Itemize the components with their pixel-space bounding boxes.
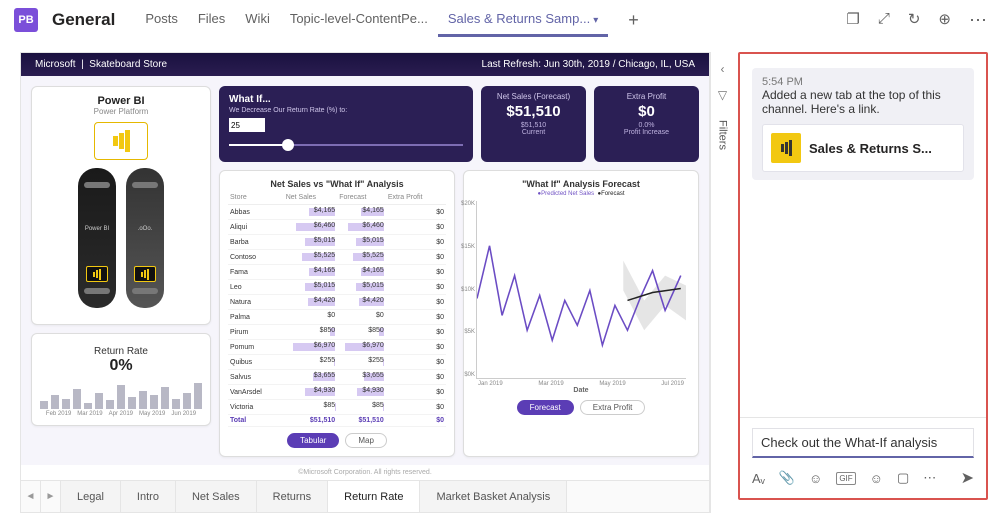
report-area: Microsoft | Skateboard Store Last Refres…: [0, 40, 734, 500]
filter-icon[interactable]: ▽: [718, 88, 727, 102]
table-row: Abbas$4,165$4,165$0: [228, 205, 446, 220]
compose-area: Check out the What-If analysis Aᵥ 📎 ☺ GI…: [740, 417, 986, 498]
page-returns[interactable]: Returns: [257, 481, 329, 512]
chat-message: 5:54 PM Added a new tab at the top of th…: [752, 68, 974, 180]
channel-name: General: [52, 10, 115, 30]
skateboard-grey[interactable]: .oOo.: [126, 168, 164, 308]
last-refresh: Last Refresh: Jun 30th, 2019 / Chicago, …: [482, 59, 695, 70]
page-intro[interactable]: Intro: [121, 481, 176, 512]
attach-icon[interactable]: 📎: [779, 470, 795, 486]
link-title: Sales & Returns S...: [809, 141, 932, 156]
page-market-basket[interactable]: Market Basket Analysis: [420, 481, 567, 512]
net-sales-metric: Net Sales (Forecast) $51,510 $51,510 Cur…: [481, 86, 586, 162]
channel-tabs: Posts Files Wiki Topic-level-ContentPe..…: [135, 3, 608, 37]
powerbi-logo-icon: [94, 122, 148, 160]
table-row: Natura$4,420$4,420$0: [228, 295, 446, 310]
more-compose-icon[interactable]: ⋯: [923, 470, 936, 486]
pill-tabular[interactable]: Tabular: [287, 433, 339, 448]
gif-icon[interactable]: GIF: [836, 472, 855, 485]
table-row: VanArsdel$4,930$4,930$0: [228, 385, 446, 400]
sticker-icon[interactable]: ☺: [870, 471, 883, 486]
table-row: Palma$0$0$0: [228, 310, 446, 325]
pill-forecast[interactable]: Forecast: [517, 400, 574, 415]
message-time: 5:54 PM: [762, 76, 964, 88]
format-icon[interactable]: Aᵥ: [752, 471, 765, 486]
expand-icon[interactable]: ⤢: [878, 10, 890, 31]
tab-files[interactable]: Files: [188, 3, 235, 37]
table-row: Contoso$5,525$5,525$0: [228, 250, 446, 265]
return-rate-card: Return Rate 0% Feb 2019Mar 2019Apr 2019M…: [31, 333, 211, 426]
more-icon[interactable]: ⋯: [969, 10, 988, 31]
report-page-tabs: ◄ ► Legal Intro Net Sales Returns Return…: [21, 480, 709, 512]
table-row: Fama$4,165$4,165$0: [228, 265, 446, 280]
table-row: Barba$5,015$5,015$0: [228, 235, 446, 250]
emoji-icon[interactable]: ☺: [809, 471, 822, 486]
product-title: Power BI: [40, 95, 202, 107]
refresh-icon[interactable]: ↻: [908, 10, 921, 31]
return-rate-value: 0%: [40, 357, 202, 375]
table-title: Net Sales vs "What If" Analysis: [228, 179, 446, 189]
skateboard-dark[interactable]: Power BI: [78, 168, 116, 308]
globe-icon[interactable]: ⊕: [938, 10, 951, 31]
forecast-title: "What If" Analysis Forecast: [472, 179, 690, 189]
whatif-panel: What If... We Decrease Our Return Rate (…: [219, 86, 473, 162]
tab-sales-returns[interactable]: Sales & Returns Samp...▾: [438, 3, 608, 37]
powerbi-logo-icon: [771, 133, 801, 163]
pill-map[interactable]: Map: [345, 433, 387, 448]
meet-icon[interactable]: ▢: [897, 470, 909, 486]
tab-topic-content[interactable]: Topic-level-ContentPe...: [280, 3, 438, 37]
analysis-table-card: Net Sales vs "What If" Analysis StoreNet…: [219, 170, 455, 457]
table-row: Pirum$850$850$0: [228, 325, 446, 340]
mini-bar-chart: [40, 381, 202, 409]
whatif-input[interactable]: [229, 118, 265, 132]
pill-extra-profit[interactable]: Extra Profit: [580, 400, 646, 415]
report-frame: Microsoft | Skateboard Store Last Refres…: [20, 52, 710, 513]
table-row: Salvus$3,655$3,655$0: [228, 370, 446, 385]
forecast-xlabel: Date: [472, 387, 690, 394]
table-row: Quibus$255$255$0: [228, 355, 446, 370]
analysis-table: StoreNet SalesForecastExtra Profit Abbas…: [228, 191, 446, 427]
filters-rail: ‹ ▽ Filters: [710, 52, 734, 513]
return-rate-label: Return Rate: [40, 346, 202, 357]
tab-link-card[interactable]: Sales & Returns S...: [762, 124, 964, 172]
conversation-panel: 5:54 PM Added a new tab at the top of th…: [738, 52, 988, 500]
page-net-sales[interactable]: Net Sales: [176, 481, 257, 512]
table-row: Leo$5,015$5,015$0: [228, 280, 446, 295]
table-row: Victoria$85$85$0: [228, 400, 446, 415]
product-subtitle: Power Platform: [40, 107, 202, 116]
team-avatar[interactable]: PB: [14, 8, 38, 32]
reply-icon[interactable]: ❐: [846, 10, 859, 31]
tab-posts[interactable]: Posts: [135, 3, 188, 37]
add-tab-button[interactable]: +: [618, 10, 649, 31]
page-return-rate[interactable]: Return Rate: [328, 481, 420, 512]
teams-topbar: PB General Posts Files Wiki Topic-level-…: [0, 0, 1002, 40]
page-legal[interactable]: Legal: [61, 481, 121, 512]
chevron-down-icon[interactable]: ▾: [593, 15, 598, 26]
table-row: Aliqui$6,460$6,460$0: [228, 220, 446, 235]
report-footer: ©Microsoft Corporation. All rights reser…: [21, 465, 709, 480]
extra-profit-metric: Extra Profit $0 0.0% Profit Increase: [594, 86, 699, 162]
whatif-title: What If...: [229, 94, 463, 105]
filters-label[interactable]: Filters: [717, 120, 729, 150]
compose-input[interactable]: Check out the What-If analysis: [752, 428, 974, 458]
collapse-icon[interactable]: ‹: [721, 62, 725, 76]
forecast-chart-card: "What If" Analysis Forecast ●Predicted N…: [463, 170, 699, 457]
page-next[interactable]: ►: [41, 481, 61, 512]
message-text: Added a new tab at the top of this chann…: [762, 88, 964, 116]
send-icon[interactable]: ➤: [961, 468, 974, 488]
whatif-slider[interactable]: [229, 136, 463, 154]
page-prev[interactable]: ◄: [21, 481, 41, 512]
tab-wiki[interactable]: Wiki: [235, 3, 280, 37]
whatif-subtitle: We Decrease Our Return Rate (%) to:: [229, 107, 463, 114]
product-card: Power BI Power Platform Power BI .oOo.: [31, 86, 211, 325]
forecast-chart: $20K$15K$10K$5K$0K: [476, 201, 686, 379]
table-row: Pomum$6,970$6,970$0: [228, 340, 446, 355]
report-header: Microsoft | Skateboard Store Last Refres…: [21, 53, 709, 76]
